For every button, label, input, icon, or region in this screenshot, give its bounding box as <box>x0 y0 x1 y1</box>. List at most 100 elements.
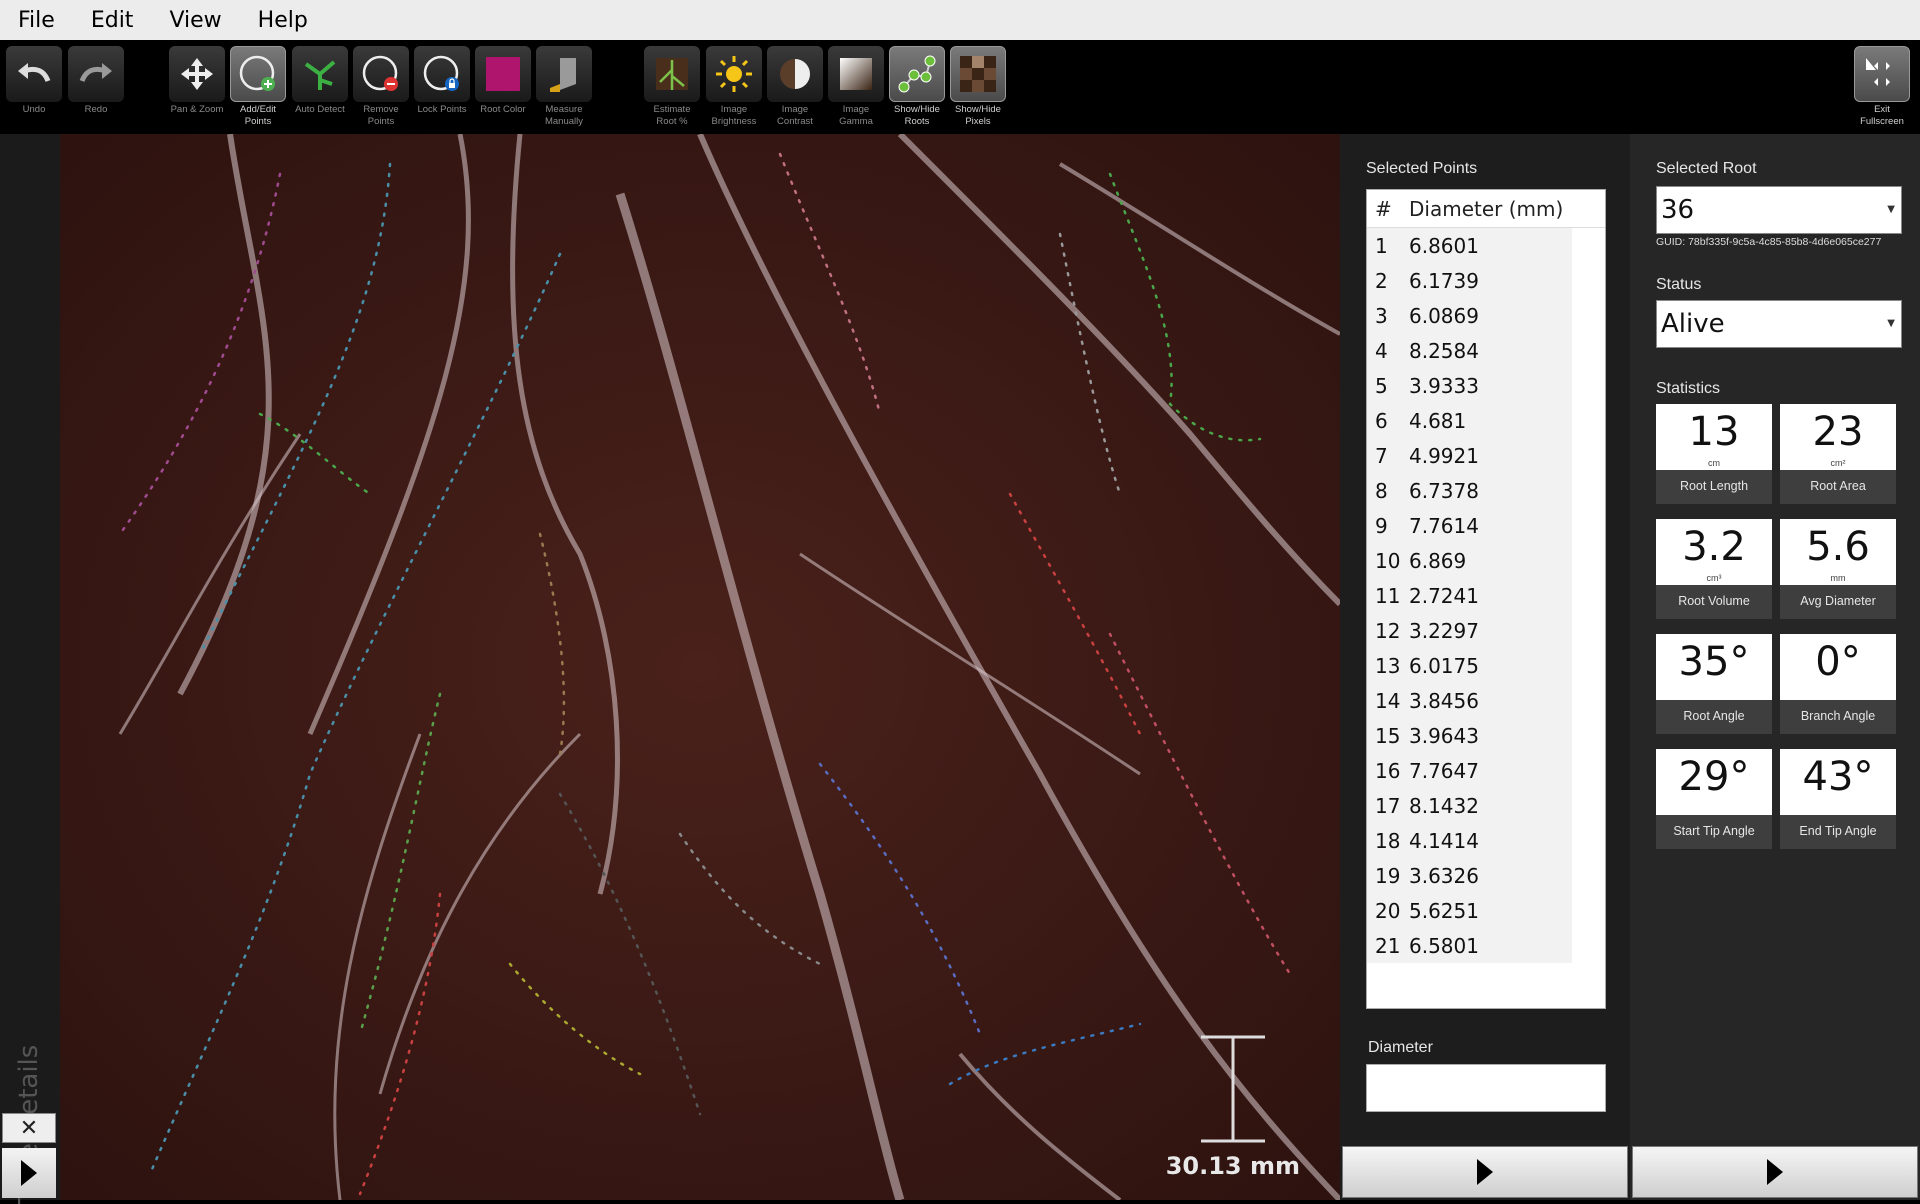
table-row[interactable]: 9 7.7614 <box>1367 508 1572 543</box>
scale-bar: 30.13 mm <box>1166 1034 1300 1180</box>
point-number: 16 <box>1375 758 1401 783</box>
selected-root-value: 36 <box>1661 195 1695 225</box>
image-brightness-button[interactable]: Image Brightness <box>706 46 762 128</box>
point-diameter: 2.7241 <box>1409 583 1479 608</box>
point-diameter: 6.0869 <box>1409 303 1479 328</box>
root-guid: GUID: 78bf335f-9c5a-4c85-85b8-4d6e065ce2… <box>1656 236 1882 248</box>
point-number: 5 <box>1375 373 1388 398</box>
menu-file[interactable]: File <box>0 8 73 33</box>
point-number: 9 <box>1375 513 1388 538</box>
column-header-diameter[interactable]: Diameter (mm) <box>1409 197 1572 221</box>
show-hide-roots-button[interactable]: Show/Hide Roots <box>889 46 945 128</box>
stat-root-angle: 35° Root Angle <box>1656 634 1772 734</box>
table-row[interactable]: 19 3.6326 <box>1367 858 1572 893</box>
point-number: 2 <box>1375 268 1388 293</box>
point-number: 4 <box>1375 338 1388 363</box>
menu-view[interactable]: View <box>151 8 239 33</box>
redo-button[interactable]: Redo <box>68 46 124 116</box>
point-diameter: 5.6251 <box>1409 898 1479 923</box>
point-number: 18 <box>1375 828 1401 853</box>
table-row[interactable]: 10 6.869 <box>1367 543 1572 578</box>
point-diameter: 3.8456 <box>1409 688 1479 713</box>
table-row[interactable]: 3 6.0869 <box>1367 298 1572 333</box>
point-diameter: 6.8601 <box>1409 233 1479 258</box>
status-dropdown[interactable]: Alive ▼ <box>1656 300 1902 348</box>
measure-manually-button[interactable]: Measure Manually <box>536 46 592 128</box>
table-row[interactable]: 6 4.681 <box>1367 403 1572 438</box>
table-row[interactable]: 13 6.0175 <box>1367 648 1572 683</box>
point-diameter: 4.681 <box>1409 408 1467 433</box>
column-header-num[interactable]: # <box>1367 197 1409 221</box>
gamma-icon <box>828 46 884 102</box>
menu-edit[interactable]: Edit <box>73 8 152 33</box>
selected-points-title: Selected Points <box>1366 160 1478 177</box>
status-value: Alive <box>1661 309 1725 339</box>
add-edit-points-button[interactable]: Add/Edit Points <box>230 46 286 128</box>
point-diameter: 3.9643 <box>1409 723 1479 748</box>
points-panel-play-button[interactable] <box>1342 1146 1628 1198</box>
table-row[interactable]: 16 7.7647 <box>1367 753 1572 788</box>
image-gamma-button[interactable]: Image Gamma <box>828 46 884 128</box>
ruler-icon <box>536 46 592 102</box>
point-diameter: 7.7647 <box>1409 758 1479 783</box>
exit-fullscreen-button[interactable]: Exit Fullscreen <box>1854 46 1910 128</box>
point-number: 8 <box>1375 478 1388 503</box>
add-point-icon <box>230 46 286 102</box>
point-number: 21 <box>1375 933 1401 958</box>
table-row[interactable]: 14 3.8456 <box>1367 683 1572 718</box>
point-diameter: 3.9333 <box>1409 373 1479 398</box>
point-diameter: 4.9921 <box>1409 443 1479 468</box>
exit-fullscreen-icon <box>1854 46 1910 102</box>
table-row[interactable]: 4 8.2584 <box>1367 333 1572 368</box>
table-row[interactable]: 8 6.7378 <box>1367 473 1572 508</box>
table-header: # Diameter (mm) <box>1367 190 1605 228</box>
stat-start-tip-angle: 29° Start Tip Angle <box>1656 749 1772 849</box>
point-diameter: 7.7614 <box>1409 513 1479 538</box>
image-contrast-button[interactable]: Image Contrast <box>767 46 823 128</box>
table-row[interactable]: 2 6.1739 <box>1367 263 1572 298</box>
pan-zoom-button[interactable]: Pan & Zoom <box>169 46 225 116</box>
auto-detect-button[interactable]: Auto Detect <box>292 46 348 116</box>
pan-zoom-icon <box>169 46 225 102</box>
point-number: 10 <box>1375 548 1401 573</box>
diameter-input[interactable] <box>1366 1064 1606 1112</box>
stat-end-tip-angle: 43° End Tip Angle <box>1780 749 1896 849</box>
menu-help[interactable]: Help <box>240 8 326 33</box>
root-panel-play-button[interactable] <box>1632 1146 1918 1198</box>
point-number: 20 <box>1375 898 1401 923</box>
root-color-button[interactable]: Root Color <box>475 46 531 116</box>
table-row[interactable]: 11 2.7241 <box>1367 578 1572 613</box>
expand-tube-details-button[interactable] <box>2 1148 56 1198</box>
table-row[interactable]: 12 3.2297 <box>1367 613 1572 648</box>
point-diameter: 6.869 <box>1409 548 1467 573</box>
table-row[interactable]: 7 4.9921 <box>1367 438 1572 473</box>
statistics-title: Statistics <box>1656 380 1721 397</box>
table-row[interactable]: 20 5.6251 <box>1367 893 1572 928</box>
lock-point-icon <box>414 46 470 102</box>
point-number: 14 <box>1375 688 1401 713</box>
lock-points-button[interactable]: Lock Points <box>414 46 470 116</box>
scale-bar-graphic <box>1200 1035 1265 1143</box>
root-image-canvas[interactable]: 30.13 mm <box>60 134 1340 1200</box>
chevron-down-icon: ▼ <box>1887 204 1895 215</box>
table-row[interactable]: 15 3.9643 <box>1367 718 1572 753</box>
points-table[interactable]: # Diameter (mm) 1 6.8601 2 6.1739 3 6.0869 4 8.… <box>1366 189 1606 1009</box>
table-row[interactable]: 1 6.8601 <box>1367 228 1572 263</box>
play-icon <box>1767 1159 1783 1185</box>
root-info-panel: Selected Root 36 ▼ GUID: 78bf335f-9c5a-4… <box>1630 134 1920 1200</box>
point-number: 17 <box>1375 793 1401 818</box>
redo-icon <box>68 46 124 102</box>
table-row[interactable]: 17 8.1432 <box>1367 788 1572 823</box>
estimate-root-button[interactable]: Estimate Root % <box>644 46 700 128</box>
menu-bar: File Edit View Help <box>0 0 1920 40</box>
show-hide-pixels-button[interactable]: Show/Hide Pixels <box>950 46 1006 128</box>
table-row[interactable]: 18 4.1414 <box>1367 823 1572 858</box>
table-row[interactable]: 5 3.9333 <box>1367 368 1572 403</box>
close-button[interactable]: ✕ <box>2 1113 56 1143</box>
remove-points-button[interactable]: Remove Points <box>353 46 409 128</box>
remove-point-icon <box>353 46 409 102</box>
undo-button[interactable]: Undo <box>6 46 62 116</box>
selected-root-dropdown[interactable]: 36 ▼ <box>1656 186 1902 234</box>
table-row[interactable]: 21 6.5801 <box>1367 928 1572 963</box>
point-diameter: 6.1739 <box>1409 268 1479 293</box>
